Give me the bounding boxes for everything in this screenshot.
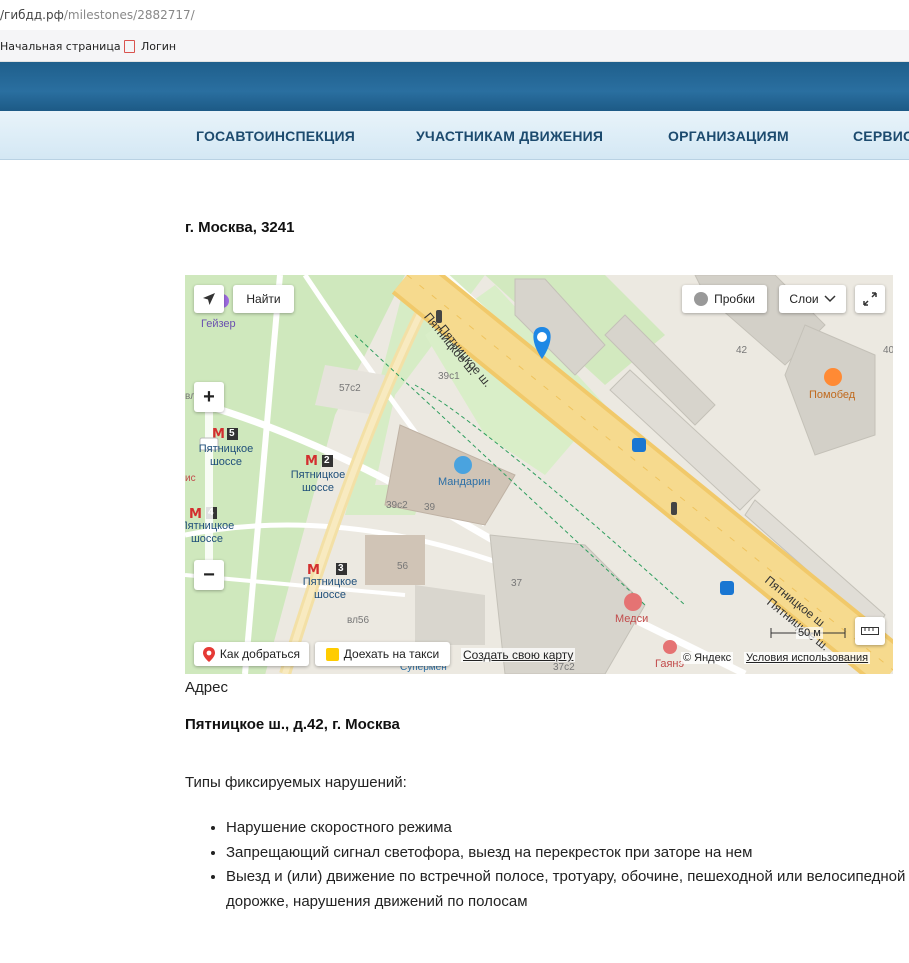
violations-label: Типы фиксируемых нарушений:	[185, 774, 407, 791]
bookmark-page-icon	[124, 40, 135, 53]
metro-line-number: 5	[229, 428, 235, 439]
zoom-in-button[interactable]: +	[194, 382, 224, 412]
list-item: Выезд и (или) движение по встречной поло…	[226, 865, 909, 914]
svg-text:M: M	[305, 454, 318, 469]
fullscreen-button[interactable]	[855, 285, 885, 313]
map-poi-label: Помобед	[809, 389, 856, 401]
violations-list: Нарушение скоростного режима Запрещающий…	[206, 816, 909, 914]
route-button-label: Как добраться	[219, 647, 301, 661]
map-poi-label: Гейзер	[201, 318, 236, 330]
minus-icon: −	[203, 563, 215, 586]
map-scale-label: 50 м	[796, 627, 823, 639]
expand-icon	[863, 292, 877, 306]
map-poi-label: ис	[185, 473, 196, 484]
traffic-light-icon	[694, 292, 709, 306]
bookmarks-bar: Начальная страница Логин	[0, 30, 909, 62]
metro-line-number: 2	[324, 455, 330, 466]
geolocation-button[interactable]	[194, 285, 224, 313]
map-metro-label: Пятницкое шоссе	[290, 469, 346, 494]
traffic-button[interactable]: Пробки	[682, 285, 767, 313]
taxi-button-label: Доехать на такси	[343, 647, 440, 661]
map-poi-label: Гаянэ	[655, 658, 685, 670]
nav-item-services[interactable]: СЕРВИСЫ	[853, 128, 909, 144]
layers-button-label: Слои	[789, 292, 819, 306]
layers-button[interactable]: Слои	[779, 285, 846, 313]
chevron-down-icon	[824, 295, 836, 303]
create-map-link[interactable]: Создать свою карту	[461, 648, 576, 662]
map-building-number: 39с2	[386, 500, 408, 511]
bookmark-login[interactable]: Логин	[124, 40, 176, 53]
map-building-number: вл56	[347, 615, 370, 626]
map-building-number: 40	[883, 345, 893, 356]
copyright-text: © Яндекс	[681, 652, 734, 664]
map-building-number: 37с2	[553, 662, 575, 673]
address-value: Пятницкое ш., д.42, г. Москва	[185, 716, 400, 733]
bookmark-label: Логин	[141, 40, 177, 53]
map-poi-label: Медси	[615, 613, 649, 625]
site-header	[0, 62, 909, 111]
locate-arrow-icon	[203, 293, 215, 305]
yandex-map[interactable]: M M M M 5 2 4 3 Пятницкое ш. Пятницкое ш…	[185, 275, 893, 674]
map-building-number: 39	[424, 502, 436, 513]
url-text[interactable]: /гибдд.рф/milestones/2882717/	[0, 8, 195, 22]
bookmark-label: Начальная страница	[0, 40, 121, 53]
map-building-number: 56	[397, 561, 409, 572]
map-metro-label: Пятницкое шоссе	[302, 576, 358, 601]
map-building-number: 42	[736, 345, 748, 356]
url-host: /гибдд.рф	[0, 8, 64, 22]
address-label: Адрес	[185, 679, 228, 696]
map-metro-label: Пятницкое шоссе	[185, 520, 235, 545]
ruler-button[interactable]	[855, 617, 885, 645]
plus-icon: +	[203, 385, 215, 408]
address-bar[interactable]: /гибдд.рф/milestones/2882717/	[0, 0, 909, 30]
map-building-number: 39с1	[438, 371, 460, 382]
metro-line-number: 3	[338, 563, 344, 574]
list-item: Запрещающий сигнал светофора, выезд на п…	[226, 841, 909, 866]
map-poi-label: Мандарин	[438, 476, 491, 488]
bookmark-home[interactable]: Начальная страница	[0, 40, 121, 53]
nav-item-organizations[interactable]: ОРГАНИЗАЦИЯМ	[668, 128, 789, 144]
nav-item-participants[interactable]: УЧАСТНИКАМ ДВИЖЕНИЯ	[416, 128, 603, 144]
taxi-button[interactable]: Доехать на такси	[315, 642, 450, 666]
map-find-button[interactable]: Найти	[233, 285, 294, 313]
route-button[interactable]: Как добраться	[194, 642, 309, 666]
map-metro-label: Пятницкое шоссе	[198, 443, 254, 468]
traffic-button-label: Пробки	[714, 292, 755, 306]
map-building-number: 57с2	[339, 383, 361, 394]
zoom-out-button[interactable]: −	[194, 560, 224, 590]
map-building-number: 37	[511, 578, 523, 589]
map-pin-icon	[202, 646, 215, 662]
ruler-icon	[861, 627, 879, 635]
metro-line-number: 4	[208, 507, 214, 518]
terms-link[interactable]: Условия использования	[744, 652, 871, 664]
taxi-icon	[325, 647, 339, 661]
nav-item-gosavtoinspekciya[interactable]: ГОСАВТОИНСПЕКЦИЯ	[196, 128, 355, 144]
url-path: /milestones/2882717/	[63, 8, 195, 22]
main-nav: ГОСАВТОИНСПЕКЦИЯ УЧАСТНИКАМ ДВИЖЕНИЯ ОРГ…	[0, 111, 909, 160]
page-title: г. Москва, 3241	[185, 219, 295, 236]
list-item: Нарушение скоростного режима	[226, 816, 909, 841]
